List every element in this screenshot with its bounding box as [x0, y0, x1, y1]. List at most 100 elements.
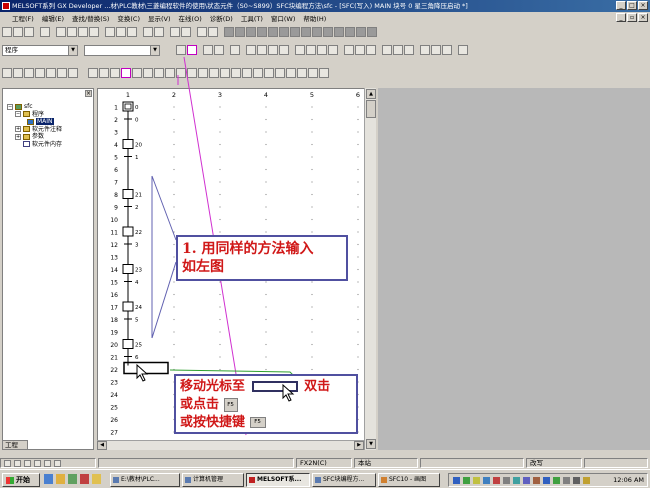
tray-icon-4[interactable] — [483, 477, 490, 484]
menu-convert[interactable]: 变换(C) — [117, 13, 140, 23]
tray-icon-6[interactable] — [503, 477, 510, 484]
undo-icon[interactable] — [89, 27, 99, 37]
program-type-combo[interactable]: 程序 ▼ — [2, 44, 78, 56]
collapse-icon[interactable]: − — [15, 111, 21, 118]
sfc-step-icon[interactable] — [187, 45, 197, 55]
sfc-sym-15-icon[interactable] — [209, 68, 219, 78]
tool-m-icon[interactable] — [356, 27, 366, 37]
comment-icon[interactable] — [230, 45, 240, 55]
tool-v-icon[interactable] — [355, 45, 365, 55]
sfc-end-symbol-icon[interactable] — [110, 68, 120, 78]
tool-aa-icon[interactable] — [420, 45, 430, 55]
tree-node-program[interactable]: − 程序 — [7, 111, 62, 119]
tool-b-icon[interactable] — [235, 27, 245, 37]
tree-node-params[interactable]: + 参数 — [7, 133, 62, 141]
list-icon[interactable] — [214, 45, 224, 55]
mdi-close-button[interactable]: × — [638, 13, 648, 22]
menu-project[interactable]: 工程(F) — [12, 13, 34, 23]
tool-i-icon[interactable] — [312, 27, 322, 37]
tool-ad-icon[interactable] — [458, 45, 468, 55]
sfc-sym-12-icon[interactable] — [176, 68, 186, 78]
task-computer-mgmt[interactable]: 计算机管理 — [182, 473, 244, 487]
tool-l-icon[interactable] — [345, 27, 355, 37]
tray-icon-9[interactable] — [533, 477, 540, 484]
tool-h-icon[interactable] — [301, 27, 311, 37]
sfc-sym-7-icon[interactable] — [68, 68, 78, 78]
save-icon[interactable] — [24, 27, 34, 37]
quicklaunch-ie-icon[interactable] — [44, 474, 53, 484]
task-word-doc[interactable]: SFC块编程方... — [312, 473, 376, 487]
print-icon[interactable] — [40, 27, 50, 37]
sfc-sym-14-icon[interactable] — [198, 68, 208, 78]
status-tool-2-icon[interactable] — [14, 460, 21, 467]
tool-t-icon[interactable] — [328, 45, 338, 55]
find-instruction-icon[interactable] — [127, 27, 137, 37]
find-device-icon[interactable] — [116, 27, 126, 37]
sfc-sym-19-icon[interactable] — [253, 68, 263, 78]
tool-d-icon[interactable] — [257, 27, 267, 37]
task-explorer[interactable]: E:\教材\PLC... — [110, 473, 180, 487]
sfc-sym-3-icon[interactable] — [24, 68, 34, 78]
menu-online[interactable]: 在线(O) — [179, 13, 202, 23]
tray-icon-5[interactable] — [493, 477, 500, 484]
convert-icon[interactable] — [246, 45, 256, 55]
expand-icon[interactable]: + — [15, 133, 21, 140]
sfc-sym-16-icon[interactable] — [220, 68, 230, 78]
quicklaunch-app-icon[interactable] — [80, 474, 89, 484]
tray-icon-7[interactable] — [513, 477, 520, 484]
monitor-write-icon[interactable] — [181, 27, 191, 37]
tool-f-icon[interactable] — [279, 27, 289, 37]
tool-ab-icon[interactable] — [431, 45, 441, 55]
scroll-thumb[interactable] — [366, 100, 376, 118]
status-tool-6-icon[interactable] — [54, 460, 61, 467]
status-tool-4-icon[interactable] — [34, 460, 41, 467]
sfc-sym-18-icon[interactable] — [242, 68, 252, 78]
tool-q-icon[interactable] — [295, 45, 305, 55]
tree-node-memory[interactable]: 软元件内存 — [7, 141, 62, 149]
tool-r-icon[interactable] — [306, 45, 316, 55]
sfc-sym-24-icon[interactable] — [308, 68, 318, 78]
tool-u-icon[interactable] — [344, 45, 354, 55]
sfc-sym-22-icon[interactable] — [286, 68, 296, 78]
tool-p-icon[interactable] — [279, 45, 289, 55]
tray-icon-1[interactable] — [453, 477, 460, 484]
find-icon[interactable] — [105, 27, 115, 37]
sfc-sym-10-icon[interactable] — [154, 68, 164, 78]
quicklaunch-folder-icon[interactable] — [56, 474, 65, 484]
copy-icon[interactable] — [67, 27, 77, 37]
sfc-sym-23-icon[interactable] — [297, 68, 307, 78]
tray-icon-2[interactable] — [463, 477, 470, 484]
quicklaunch-media-icon[interactable] — [68, 474, 77, 484]
menu-edit[interactable]: 编辑(E) — [42, 13, 64, 23]
tray-icon-11[interactable] — [553, 477, 560, 484]
status-tool-5-icon[interactable] — [44, 460, 51, 467]
collapse-icon[interactable]: − — [7, 103, 13, 110]
minimize-button[interactable]: _ — [616, 1, 626, 10]
scroll-right-icon[interactable]: ▶ — [354, 441, 364, 450]
task-melsoft[interactable]: MELSOFT系... — [246, 473, 310, 487]
new-icon[interactable] — [2, 27, 12, 37]
tray-icon-10[interactable] — [543, 477, 550, 484]
sfc-sym-8-icon[interactable] — [132, 68, 142, 78]
network-icon[interactable] — [573, 477, 580, 484]
sfc-sym-25-icon[interactable] — [319, 68, 329, 78]
tool-g-icon[interactable] — [290, 27, 300, 37]
maximize-button[interactable]: □ — [627, 1, 637, 10]
tool-ac-icon[interactable] — [442, 45, 452, 55]
sfc-sym-4-icon[interactable] — [35, 68, 45, 78]
close-icon[interactable]: × — [85, 90, 92, 97]
tray-icon-12[interactable] — [583, 477, 590, 484]
sfc-icon[interactable] — [176, 45, 186, 55]
tool-s-icon[interactable] — [317, 45, 327, 55]
sfc-sym-17-icon[interactable] — [231, 68, 241, 78]
entry-device-icon[interactable] — [208, 27, 218, 37]
sfc-sym-2-icon[interactable] — [13, 68, 23, 78]
quicklaunch-desktop-icon[interactable] — [92, 474, 101, 484]
menu-tools[interactable]: 工具(T) — [241, 13, 263, 23]
tray-icon-3[interactable] — [473, 477, 480, 484]
tool-z-icon[interactable] — [404, 45, 414, 55]
tool-n-icon[interactable] — [367, 27, 377, 37]
read-plc-icon[interactable] — [143, 27, 153, 37]
close-button[interactable]: × — [638, 1, 648, 10]
tool-c-icon[interactable] — [246, 27, 256, 37]
